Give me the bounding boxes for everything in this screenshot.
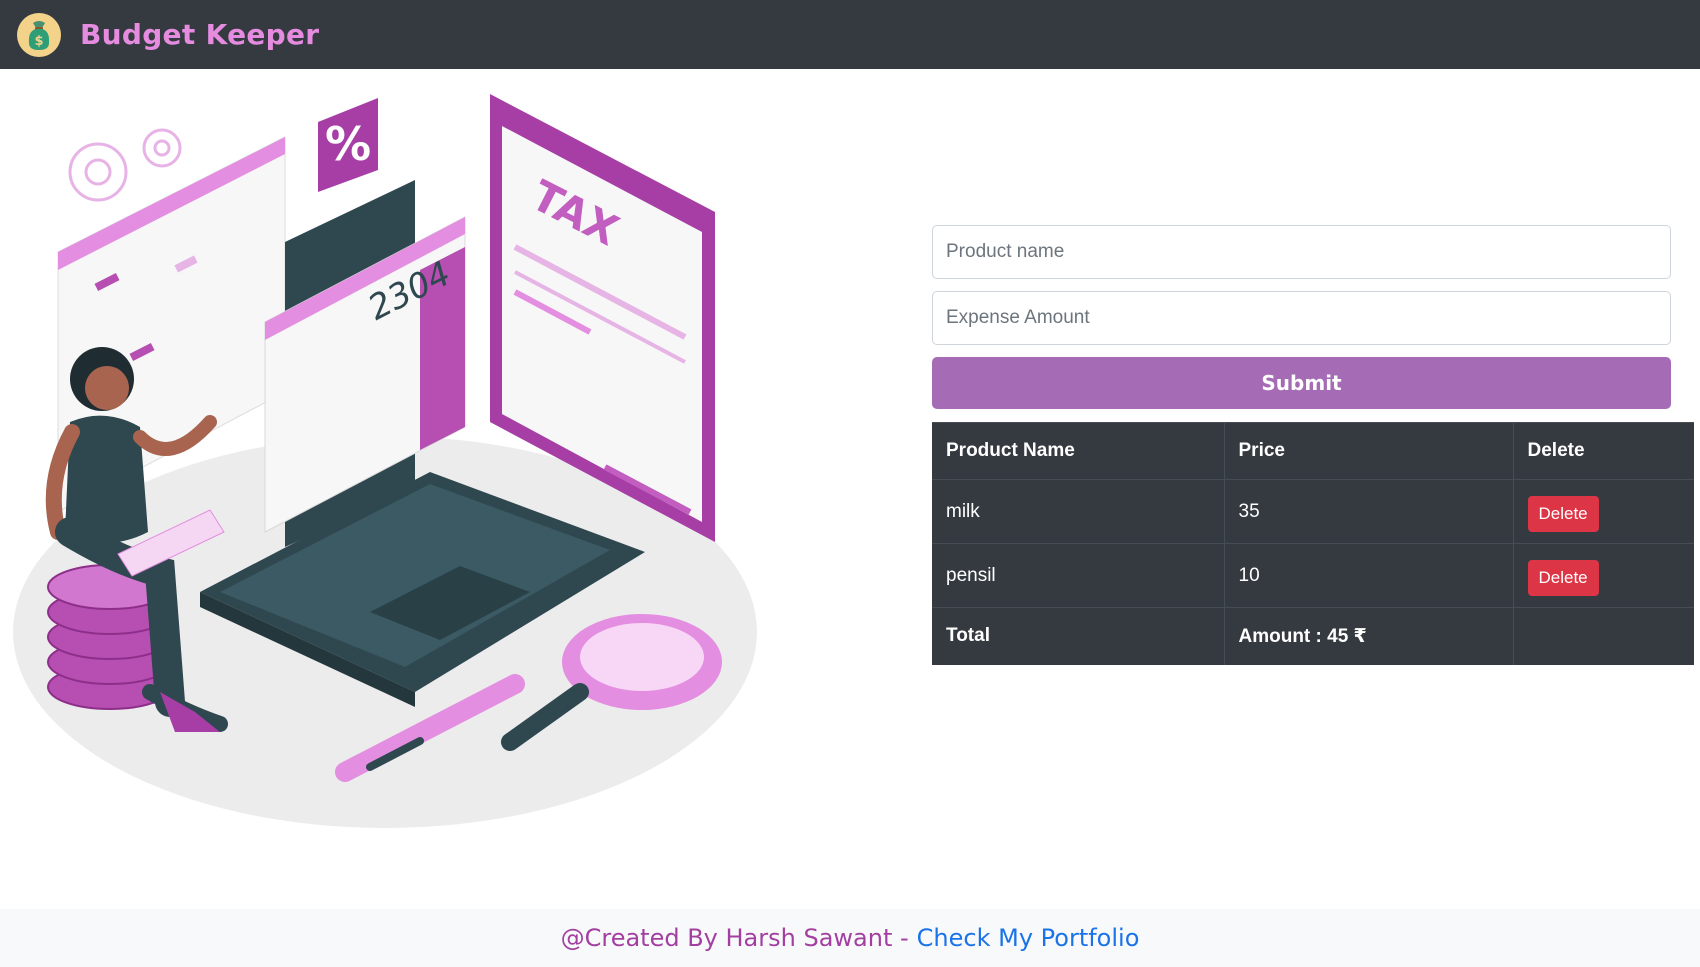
delete-button[interactable]: Delete (1527, 495, 1599, 532)
cell-delete: Delete (1513, 479, 1694, 544)
portfolio-link[interactable]: Check My Portfolio (917, 924, 1140, 952)
expense-form: Submit (932, 225, 1671, 409)
percent-tag: % (318, 98, 378, 192)
total-row: Total Amount : 45 ₹ (932, 607, 1694, 665)
header-product-name: Product Name (932, 422, 1225, 480)
finance-illustration: % 2304 TAX (13, 94, 757, 828)
cell-price: 35 (1224, 479, 1514, 544)
cell-price: 10 (1224, 543, 1514, 608)
money-bag-icon[interactable]: $ (16, 12, 62, 58)
footer-credit: @Created By Harsh Sawant - (560, 924, 909, 952)
header-delete: Delete (1513, 422, 1694, 480)
product-name-input[interactable] (932, 225, 1671, 279)
navbar: $ Budget Keeper (0, 0, 1700, 69)
total-label: Total (932, 607, 1225, 665)
total-amount: Amount : 45 ₹ (1224, 607, 1514, 665)
expense-table: Product Name Price Delete milk 35 Delete… (932, 422, 1694, 665)
delete-button[interactable]: Delete (1527, 559, 1599, 596)
header-price: Price (1224, 422, 1514, 480)
table-row: milk 35 Delete (932, 479, 1694, 544)
app-title[interactable]: Budget Keeper (80, 18, 319, 51)
svg-text:%: % (325, 117, 371, 171)
footer: @Created By Harsh Sawant - Check My Port… (0, 909, 1700, 967)
cell-delete: Delete (1513, 543, 1694, 608)
table-row: pensil 10 Delete (932, 543, 1694, 608)
expense-amount-input[interactable] (932, 291, 1671, 345)
submit-button[interactable]: Submit (932, 357, 1671, 409)
cell-product-name: pensil (932, 543, 1225, 608)
table-header-row: Product Name Price Delete (932, 422, 1694, 480)
total-empty-cell (1513, 607, 1694, 665)
svg-text:$: $ (34, 34, 43, 49)
gear-icon (68, 128, 182, 202)
cell-product-name: milk (932, 479, 1225, 544)
